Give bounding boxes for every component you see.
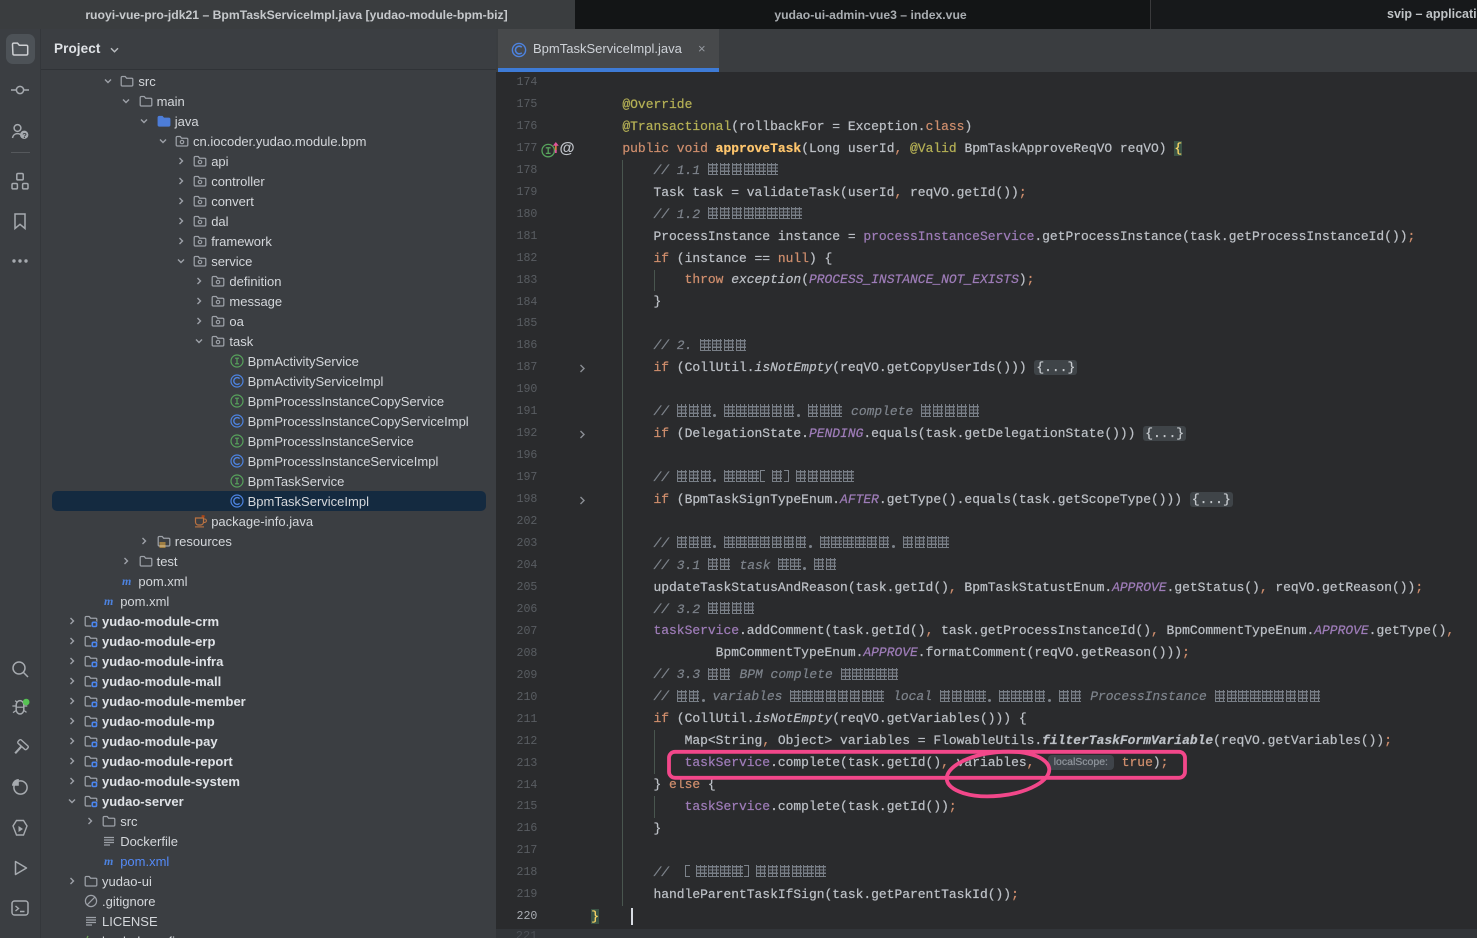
svg-text:m: m	[104, 594, 113, 608]
svg-text:m: m	[104, 854, 113, 868]
svg-text:?: ?	[22, 131, 27, 140]
svg-text:m: m	[122, 574, 131, 588]
